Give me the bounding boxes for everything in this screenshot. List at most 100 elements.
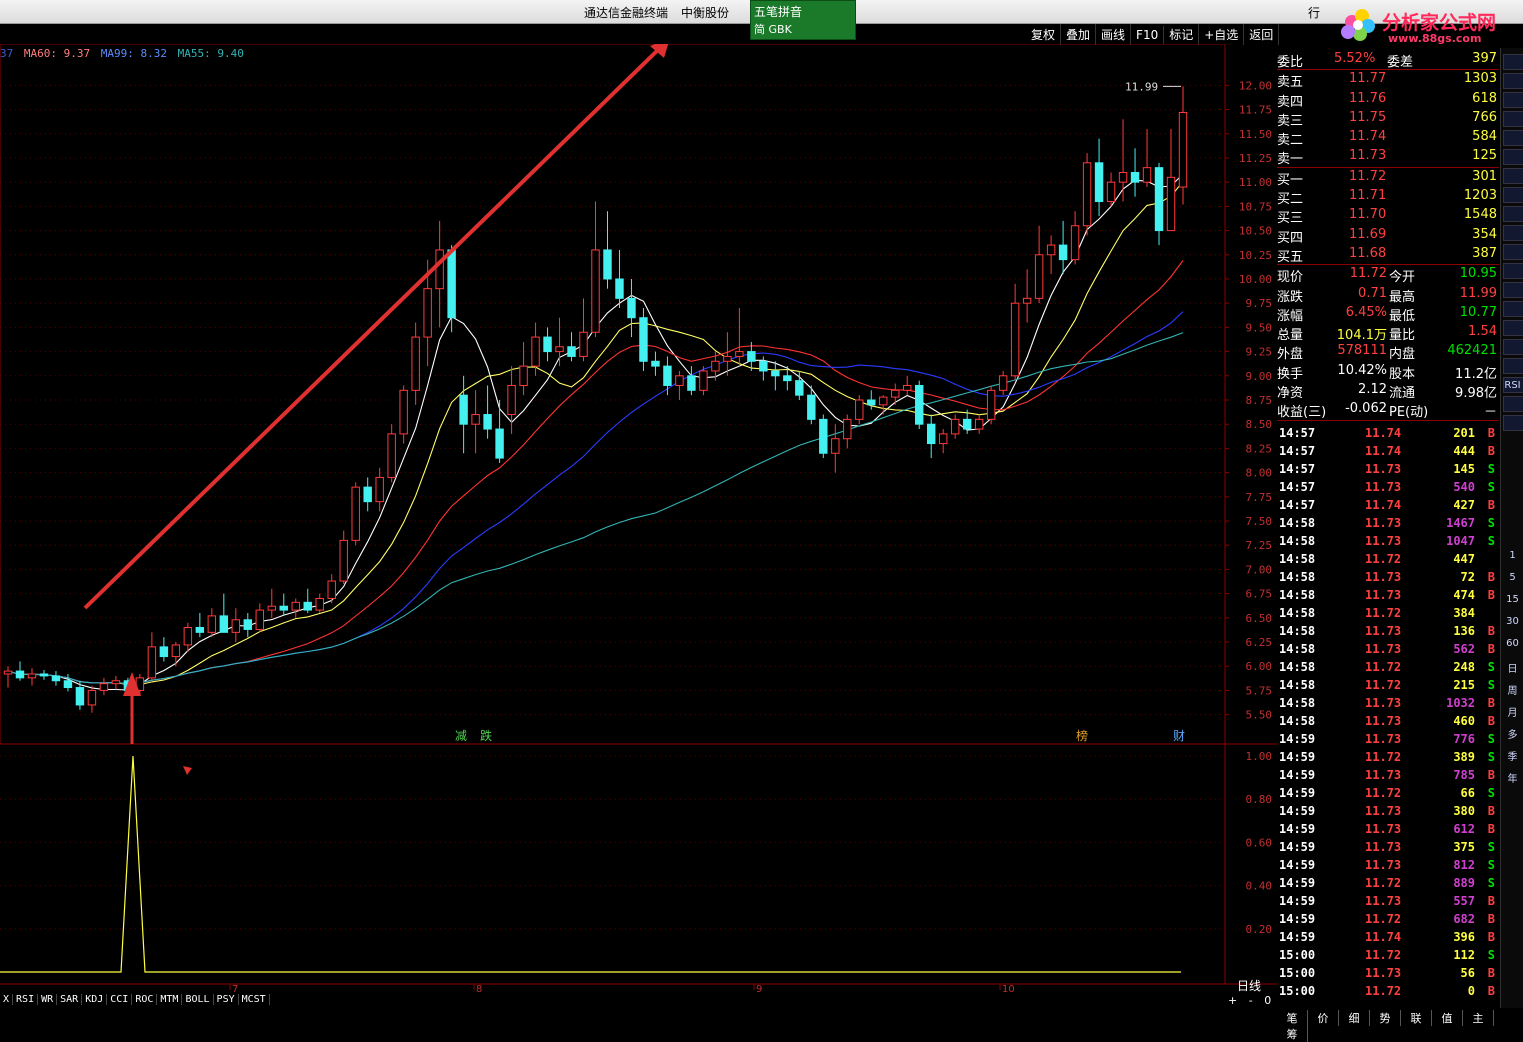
candle[interactable] bbox=[315, 593, 324, 613]
candle[interactable] bbox=[507, 366, 516, 434]
tool-icon[interactable] bbox=[1503, 73, 1523, 89]
candle[interactable] bbox=[459, 375, 468, 454]
candle[interactable] bbox=[87, 685, 97, 713]
bid-row[interactable]: 买二 11.71 1203 bbox=[1277, 187, 1499, 207]
tool-icon[interactable] bbox=[1503, 130, 1523, 146]
candle[interactable] bbox=[1166, 128, 1176, 232]
candle[interactable] bbox=[447, 245, 456, 333]
ime-encoding-label[interactable]: 简 GBK bbox=[754, 21, 792, 37]
candle[interactable] bbox=[938, 429, 948, 454]
period-button[interactable]: 季 bbox=[1503, 748, 1522, 763]
candle[interactable] bbox=[843, 414, 852, 449]
candle[interactable] bbox=[1010, 283, 1020, 381]
candle[interactable] bbox=[51, 671, 61, 686]
indicator-tab-x[interactable]: X bbox=[0, 994, 14, 1005]
period-button[interactable]: 60 bbox=[1503, 638, 1522, 649]
candle[interactable] bbox=[855, 395, 864, 425]
tool-icon[interactable] bbox=[1503, 301, 1523, 317]
event-marker[interactable]: 跌 bbox=[480, 728, 492, 743]
candle[interactable] bbox=[675, 370, 684, 400]
ask-row[interactable]: 卖二 11.74 584 bbox=[1277, 128, 1499, 148]
tool-icon[interactable] bbox=[1503, 111, 1523, 127]
candle[interactable] bbox=[471, 390, 480, 454]
zoom-out-button[interactable]: - bbox=[1249, 994, 1253, 1007]
period-label[interactable]: 日线 bbox=[1237, 979, 1261, 993]
candle[interactable] bbox=[279, 593, 288, 616]
candle[interactable] bbox=[327, 574, 336, 604]
bid-row[interactable]: 买五 11.68 387 bbox=[1277, 245, 1499, 265]
candle[interactable] bbox=[723, 332, 732, 376]
period-button[interactable]: 月 bbox=[1503, 704, 1522, 719]
candle[interactable] bbox=[926, 414, 936, 459]
tool-icon[interactable] bbox=[1503, 187, 1523, 203]
candle[interactable] bbox=[711, 351, 720, 381]
ask-row[interactable]: 卖三 11.75 766 bbox=[1277, 109, 1499, 129]
candle[interactable] bbox=[543, 327, 552, 362]
tool-icon[interactable] bbox=[1503, 225, 1523, 241]
candle[interactable] bbox=[555, 317, 564, 367]
indicator-tab-mcst[interactable]: MCST bbox=[239, 994, 270, 1005]
toolbar-button-back[interactable]: 返回 bbox=[1244, 24, 1280, 45]
candle[interactable] bbox=[147, 632, 157, 681]
candle[interactable] bbox=[255, 603, 265, 633]
candle[interactable] bbox=[1094, 138, 1104, 217]
candle[interactable] bbox=[1082, 153, 1092, 236]
period-button[interactable]: 日 bbox=[1503, 660, 1522, 675]
toolbar-button-f10[interactable]: F10 bbox=[1131, 26, 1165, 44]
candle[interactable] bbox=[219, 593, 229, 633]
toolbar-button-add-watchlist[interactable]: +自选 bbox=[1199, 24, 1245, 45]
indicator-tab-kdj[interactable]: KDJ bbox=[82, 994, 108, 1005]
indicator-tab-wr[interactable]: WR bbox=[38, 994, 58, 1005]
candle[interactable] bbox=[363, 477, 372, 512]
indicator-tab-boll[interactable]: BOLL bbox=[182, 994, 214, 1005]
ask-row[interactable]: 卖四 11.76 618 bbox=[1277, 90, 1499, 110]
period-button[interactable]: 多 bbox=[1503, 726, 1522, 741]
candle[interactable] bbox=[207, 608, 217, 638]
candle[interactable] bbox=[567, 332, 576, 362]
candle[interactable] bbox=[1154, 162, 1164, 246]
tool-icon[interactable] bbox=[1503, 263, 1523, 279]
candle[interactable] bbox=[1034, 225, 1044, 304]
candle[interactable] bbox=[615, 249, 624, 309]
period-button[interactable]: RSI bbox=[1503, 380, 1522, 391]
candle[interactable] bbox=[1142, 128, 1152, 188]
ask-row[interactable]: 卖一 11.73 125 bbox=[1277, 147, 1499, 167]
tool-icon[interactable] bbox=[1503, 415, 1523, 431]
period-button[interactable]: 15 bbox=[1503, 594, 1522, 605]
candle[interactable] bbox=[771, 361, 780, 391]
tool-icon[interactable] bbox=[1503, 358, 1523, 374]
period-button[interactable]: 周 bbox=[1503, 682, 1522, 697]
candle[interactable] bbox=[435, 220, 444, 328]
candle[interactable] bbox=[627, 278, 636, 338]
candle[interactable] bbox=[687, 366, 696, 396]
candle[interactable] bbox=[15, 661, 25, 681]
zoom-in-button[interactable]: + bbox=[1228, 994, 1237, 1007]
period-button[interactable]: 5 bbox=[1503, 572, 1522, 583]
candle[interactable] bbox=[1118, 119, 1128, 202]
tool-icon[interactable] bbox=[1503, 206, 1523, 222]
event-marker[interactable]: 财 bbox=[1173, 729, 1185, 743]
quote-tab[interactable]: 值 bbox=[1432, 1010, 1463, 1026]
candle[interactable] bbox=[495, 400, 504, 463]
candle[interactable] bbox=[243, 612, 253, 638]
quote-tab[interactable]: 筹 bbox=[1277, 1026, 1308, 1042]
candle[interactable] bbox=[579, 298, 588, 362]
reset-button[interactable]: 0 bbox=[1264, 994, 1271, 1007]
tool-icon[interactable] bbox=[1503, 168, 1523, 184]
period-button[interactable]: 年 bbox=[1503, 770, 1522, 785]
ime-toolbar[interactable]: 五笔拼音 简 GBK bbox=[750, 0, 856, 40]
candle[interactable] bbox=[39, 670, 49, 680]
candle[interactable] bbox=[1070, 211, 1080, 265]
period-button[interactable]: 30 bbox=[1503, 616, 1522, 627]
bid-row[interactable]: 买四 11.69 354 bbox=[1277, 226, 1499, 246]
toolbar-button-fuquan[interactable]: 复权 bbox=[1026, 24, 1062, 45]
indicator-tab-rsi[interactable]: RSI bbox=[13, 994, 39, 1005]
candle[interactable] bbox=[171, 642, 181, 667]
event-marker[interactable]: 减 bbox=[455, 729, 467, 743]
candle[interactable] bbox=[879, 395, 888, 415]
candle[interactable] bbox=[986, 385, 996, 425]
candle[interactable] bbox=[1130, 148, 1140, 197]
candle[interactable] bbox=[159, 637, 169, 662]
candle[interactable] bbox=[351, 482, 360, 546]
candle[interactable] bbox=[291, 598, 300, 618]
